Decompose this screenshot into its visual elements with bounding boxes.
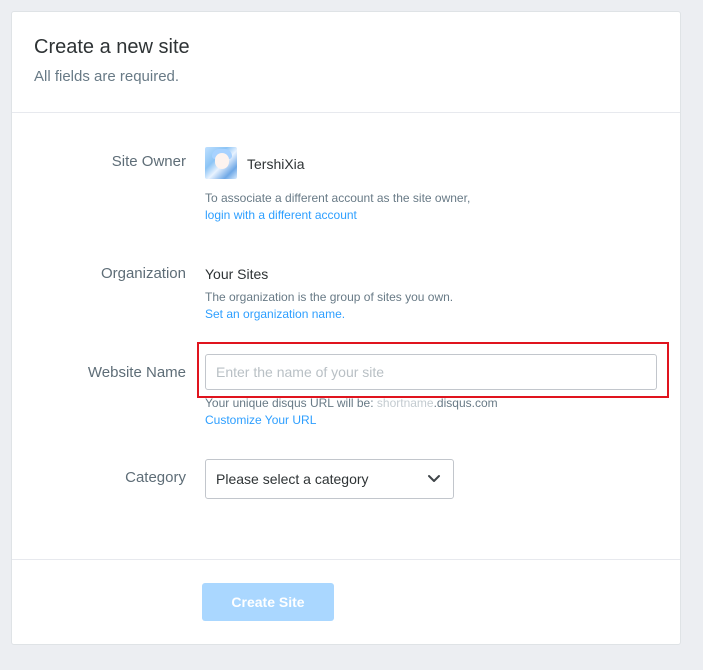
website-name-help: Your unique disqus URL will be: shortnam…	[205, 395, 498, 429]
create-site-button[interactable]: Create Site	[202, 583, 334, 621]
url-suffix: .disqus.com	[433, 396, 498, 410]
chevron-down-icon	[428, 475, 440, 482]
card-footer: Create Site	[12, 559, 680, 645]
login-different-account-link[interactable]: login with a different account	[205, 208, 357, 222]
card-header: Create a new site All fields are require…	[12, 12, 680, 113]
site-owner-help: To associate a different account as the …	[205, 190, 470, 224]
user-avatar	[205, 147, 237, 179]
owner-username: TershiXia	[247, 156, 305, 172]
url-shortname: shortname	[376, 396, 434, 410]
customize-url-link[interactable]: Customize Your URL	[205, 413, 316, 427]
website-name-input[interactable]	[206, 355, 656, 389]
page-title: Create a new site	[34, 36, 190, 58]
organization-value: Your Sites	[205, 266, 269, 282]
category-label: Category	[125, 469, 186, 486]
site-owner-help-text: To associate a different account as the …	[205, 191, 471, 205]
avatar-face-shape	[215, 153, 229, 169]
disqus-url-text: Your unique disqus URL will be: shortnam…	[205, 395, 498, 412]
category-selected-value: Please select a category	[216, 471, 369, 487]
website-name-label: Website Name	[87, 364, 186, 381]
page-subtitle: All fields are required.	[34, 68, 180, 85]
organization-label: Organization	[100, 265, 186, 282]
set-organization-name-link[interactable]: Set an organization name.	[205, 307, 345, 321]
category-select[interactable]: Please select a category	[205, 459, 454, 499]
organization-help: The organization is the group of sites y…	[205, 289, 453, 323]
url-prefix: Your unique disqus URL will be:	[205, 396, 377, 410]
website-name-field	[205, 354, 657, 390]
site-owner-label: Site Owner	[111, 153, 186, 170]
organization-help-text: The organization is the group of sites y…	[205, 290, 454, 304]
create-site-card: Create a new site All fields are require…	[11, 11, 681, 645]
